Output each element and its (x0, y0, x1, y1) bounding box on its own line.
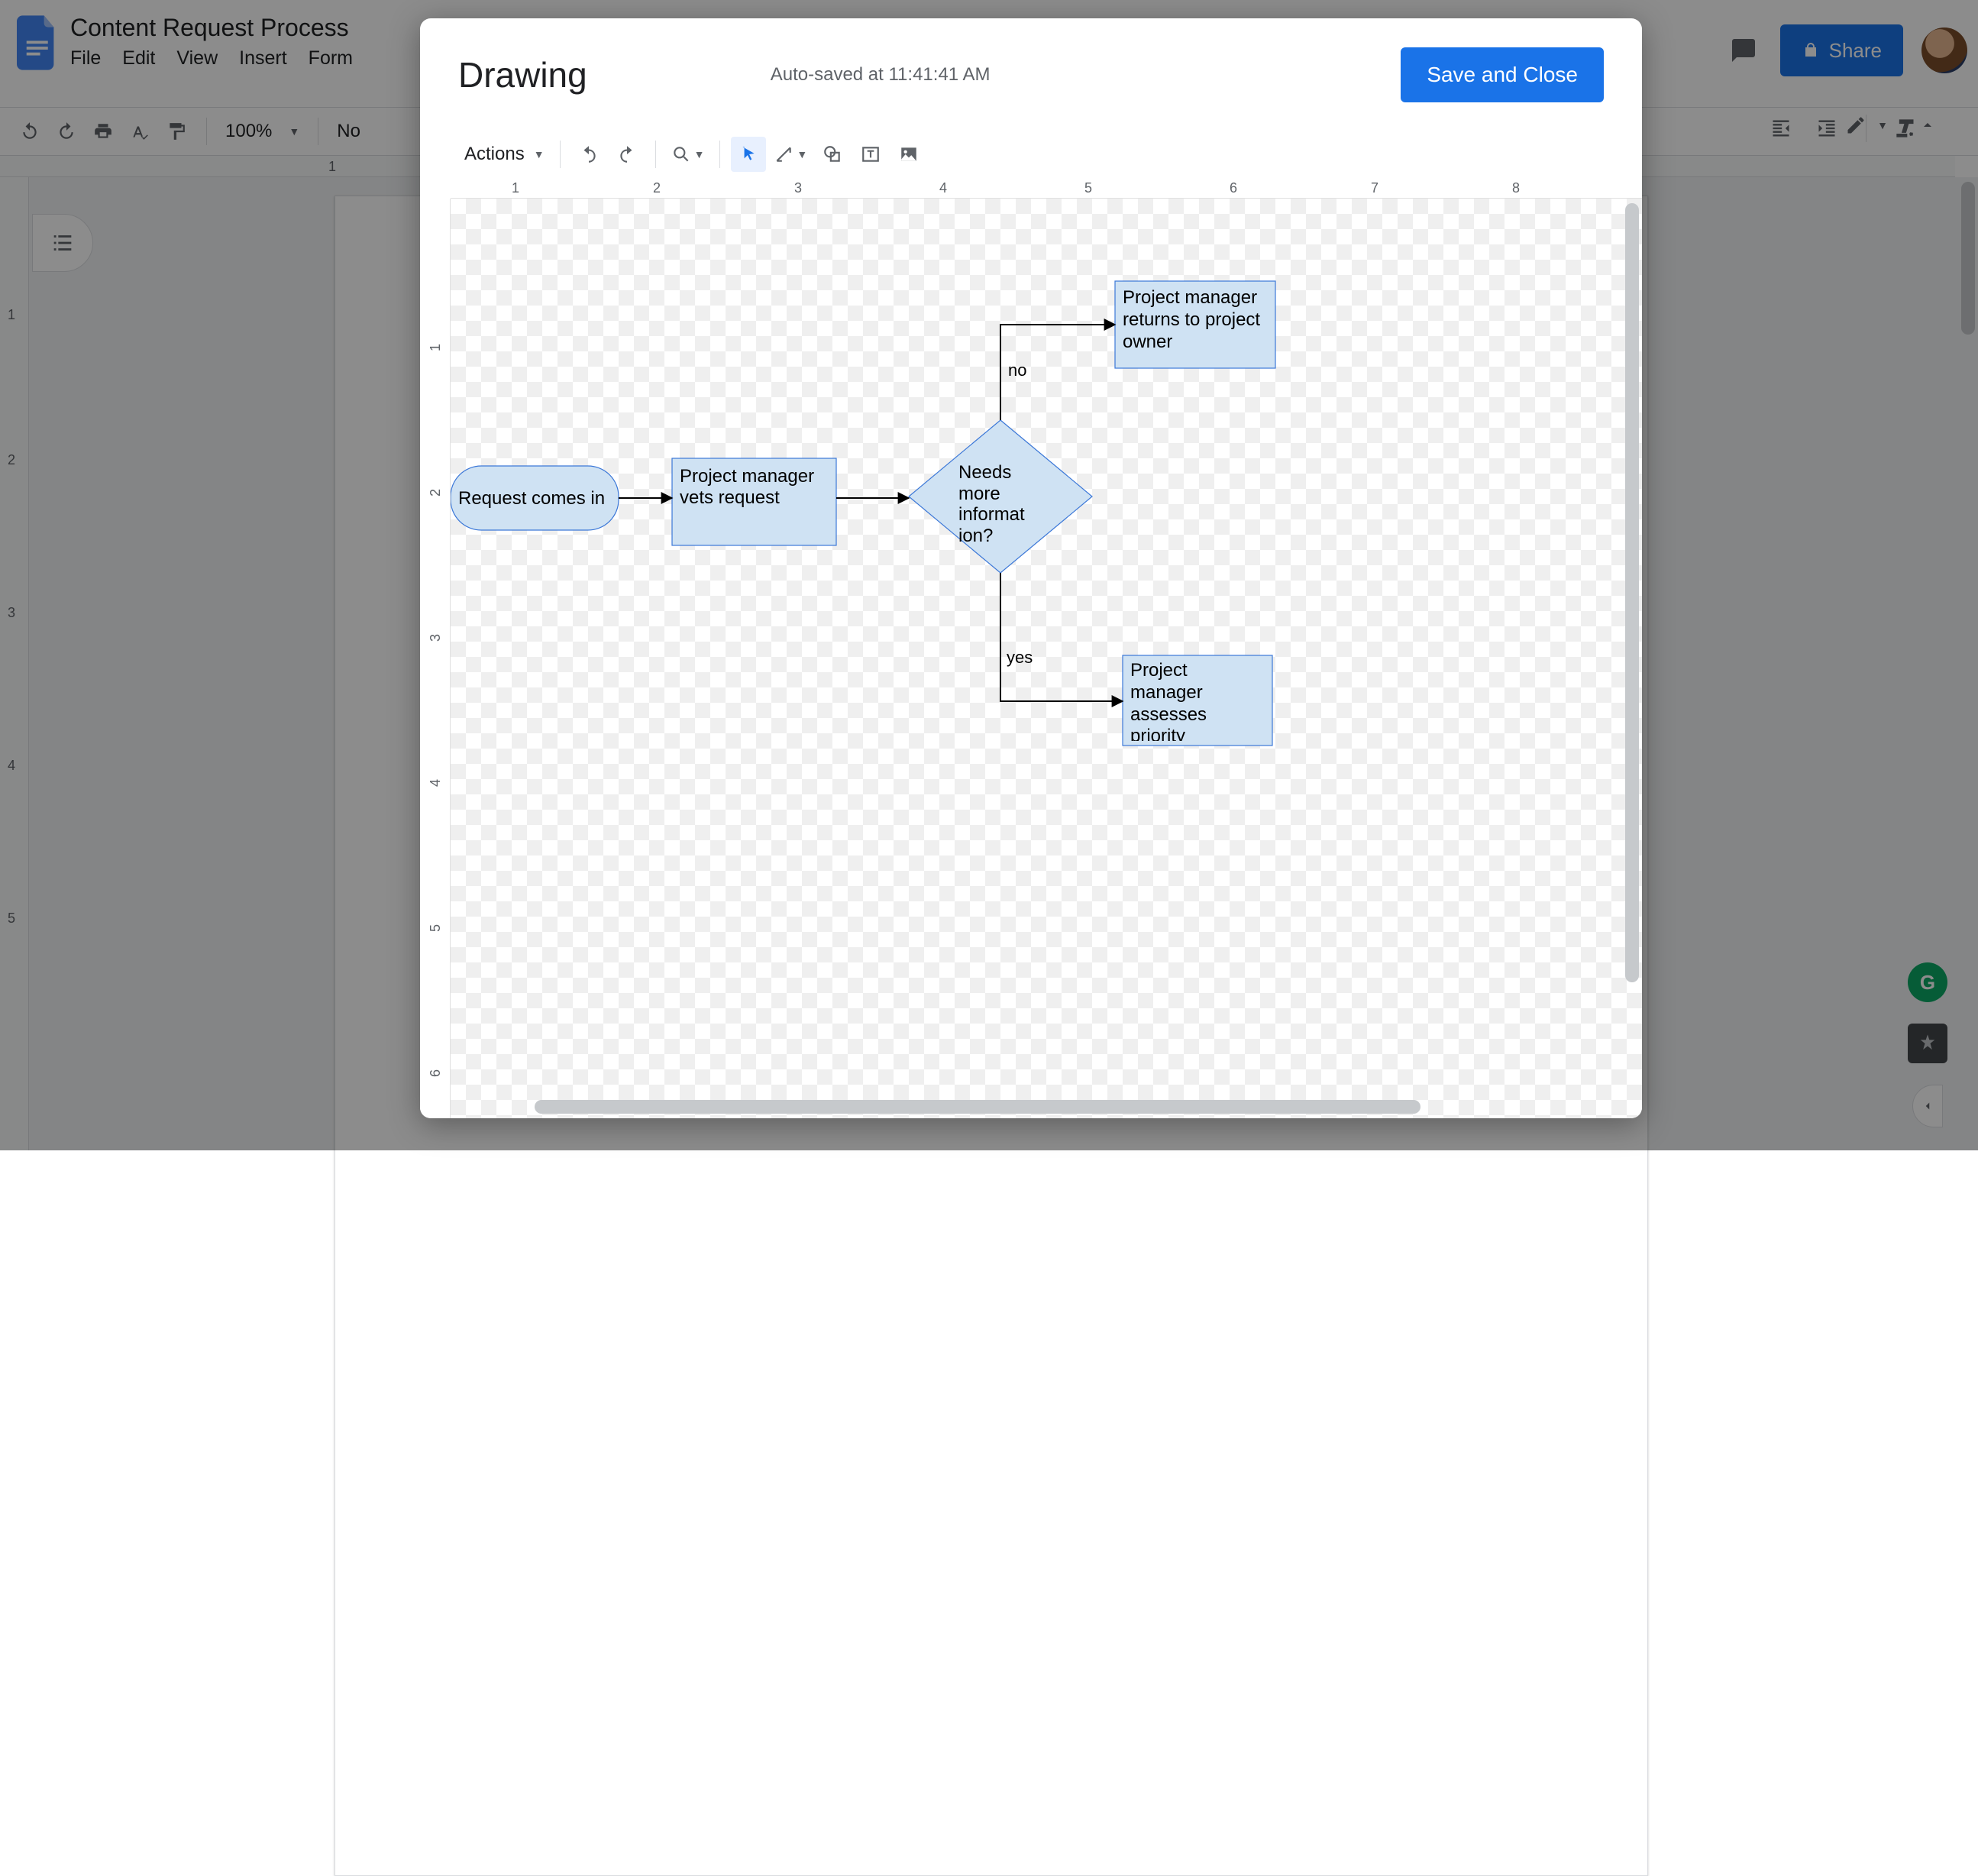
select-tool[interactable] (731, 137, 766, 172)
ruler-num: 8 (1512, 180, 1520, 196)
drawing-modal: Drawing Auto-saved at 11:41:41 AM Save a… (420, 18, 1642, 1118)
drawing-modal-header: Drawing Auto-saved at 11:41:41 AM Save a… (420, 18, 1642, 131)
chevron-down-icon: ▼ (694, 148, 705, 160)
save-and-close-button[interactable]: Save and Close (1401, 47, 1604, 102)
actions-menu[interactable]: Actions▼ (454, 137, 549, 172)
toolbar-separator (655, 141, 656, 168)
svg-text:Request comes in: Request comes in (458, 488, 605, 509)
redo-icon (617, 144, 637, 164)
line-tool[interactable]: ▼ (769, 137, 812, 172)
ruler-num: 4 (939, 180, 947, 196)
label-no: no (1008, 361, 1026, 380)
image-icon (899, 144, 919, 164)
line-icon (774, 144, 793, 164)
shape-start[interactable]: Request comes in (451, 466, 619, 530)
chevron-down-icon: ▼ (797, 148, 807, 160)
ruler-num: 3 (428, 634, 444, 642)
shape-vet-request[interactable]: Project manager vets request (672, 458, 836, 545)
ruler-num: 7 (1371, 180, 1378, 196)
shape-return-owner[interactable]: Project manager returns to project owner (1115, 281, 1275, 368)
flowchart-svg: Request comes in Project manager vets re… (451, 199, 1642, 1115)
autosave-status: Auto-saved at 11:41:41 AM (771, 64, 991, 86)
shape-assess-priority[interactable]: Project manager assesses priority (1123, 655, 1272, 746)
zoom-icon (671, 144, 691, 164)
drawing-title: Drawing (458, 54, 587, 95)
canvas-horizontal-scrollbar[interactable] (535, 1100, 1497, 1114)
ruler-num: 2 (653, 180, 661, 196)
undo-button[interactable] (571, 137, 606, 172)
ruler-num: 2 (428, 489, 444, 496)
drawing-vertical-ruler: 1 2 3 4 5 6 (420, 199, 451, 1118)
edge-decision-yes[interactable] (1000, 573, 1123, 701)
cursor-icon (739, 144, 758, 164)
canvas-vertical-scrollbar[interactable] (1625, 203, 1639, 1072)
ruler-num: 1 (428, 344, 444, 351)
ruler-num: 3 (794, 180, 802, 196)
redo-button[interactable] (609, 137, 645, 172)
scrollbar-thumb[interactable] (535, 1100, 1420, 1114)
textbox-icon (861, 144, 881, 164)
textbox-tool[interactable] (853, 137, 888, 172)
toolbar-separator (560, 141, 561, 168)
drawing-body: 1 2 3 4 5 6 Request comes in (420, 199, 1642, 1118)
toolbar-separator (719, 141, 720, 168)
ruler-num: 6 (1230, 180, 1237, 196)
ruler-num: 6 (428, 1069, 444, 1077)
undo-icon (579, 144, 599, 164)
shape-tool[interactable] (815, 137, 850, 172)
image-tool[interactable] (891, 137, 926, 172)
ruler-num: 4 (428, 779, 444, 787)
zoom-menu[interactable]: ▼ (667, 137, 709, 172)
label-yes: yes (1007, 648, 1033, 667)
scrollbar-thumb[interactable] (1625, 203, 1639, 982)
shape-decision[interactable]: Needs more informat ion? (909, 420, 1092, 573)
shape-icon (823, 144, 842, 164)
ruler-num: 5 (1084, 180, 1092, 196)
ruler-num: 5 (428, 924, 444, 932)
drawing-toolbar: Actions▼ ▼ ▼ (420, 131, 1642, 177)
ruler-num: 1 (512, 180, 519, 196)
chevron-down-icon: ▼ (534, 148, 545, 160)
drawing-canvas[interactable]: Request comes in Project manager vets re… (451, 199, 1642, 1118)
drawing-horizontal-ruler: 1 2 3 4 5 6 7 8 (451, 177, 1642, 199)
